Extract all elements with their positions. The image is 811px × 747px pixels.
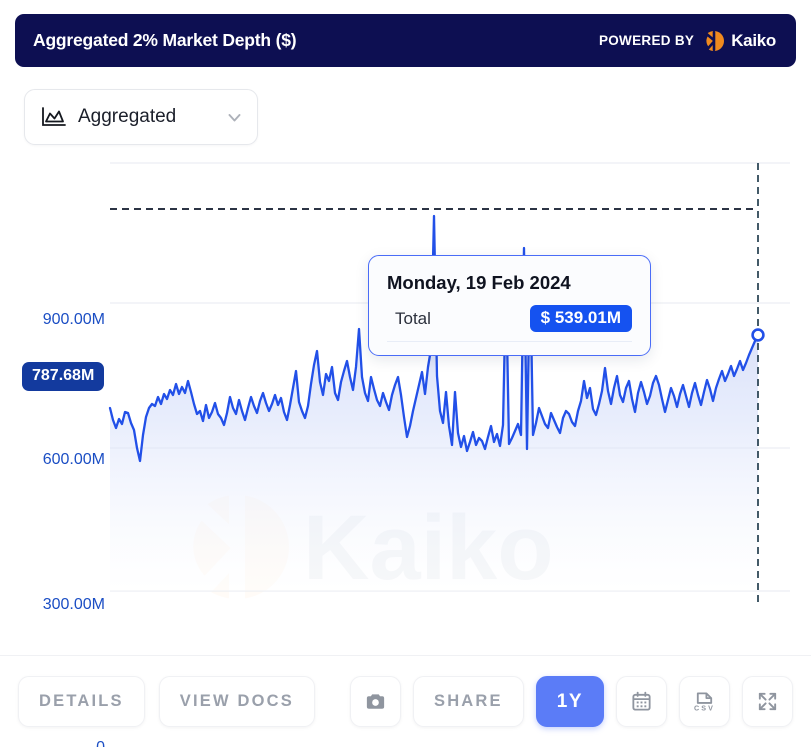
tooltip-series-label: Total (387, 309, 431, 329)
tooltip-value: $ 539.01M (530, 305, 632, 332)
brand-name: Kaiko (731, 31, 776, 51)
selector-row: Aggregated (0, 67, 811, 145)
csv-download-icon: CSV (693, 690, 716, 713)
powered-by-group: POWERED BY Kaiko (599, 30, 776, 52)
calendar-icon (630, 690, 653, 713)
camera-icon (364, 690, 387, 713)
screenshot-button[interactable] (350, 676, 401, 727)
page-title: Aggregated 2% Market Depth ($) (33, 30, 296, 51)
aggregation-dropdown-label: Aggregated (78, 106, 226, 128)
kaiko-logo-icon (703, 30, 725, 52)
widget-header: Aggregated 2% Market Depth ($) POWERED B… (15, 14, 796, 67)
datapoint-marker (753, 330, 764, 341)
chevron-down-icon[interactable] (226, 109, 243, 126)
svg-text:CSV: CSV (694, 705, 715, 713)
csv-download-button[interactable]: CSV (679, 676, 730, 727)
fullscreen-button[interactable] (742, 676, 793, 727)
view-docs-button[interactable]: VIEW DOCS (159, 676, 315, 727)
range-1y-button[interactable]: 1Y (536, 676, 604, 727)
y-axis-value-badge: 787.68M (22, 362, 104, 391)
chart-plot[interactable] (0, 143, 811, 643)
widget-toolbar: DETAILS VIEW DOCS SHARE 1Y (0, 655, 811, 747)
kaiko-brand: Kaiko (703, 30, 776, 52)
aggregation-dropdown[interactable]: Aggregated (24, 89, 258, 145)
area-chart-icon (41, 106, 67, 128)
tooltip-row: Total $ 539.01M (387, 305, 632, 342)
fullscreen-icon (756, 690, 779, 713)
y-tick-label: 300.00M (43, 596, 105, 614)
y-tick-label: 0 (96, 739, 105, 747)
details-button[interactable]: DETAILS (18, 676, 145, 727)
share-button[interactable]: SHARE (413, 676, 524, 727)
toolbar-right-group: SHARE 1Y CSV (350, 676, 793, 727)
y-tick-label: 900.00M (43, 311, 105, 329)
powered-by-label: POWERED BY (599, 33, 694, 48)
market-depth-widget: Aggregated 2% Market Depth ($) POWERED B… (0, 0, 811, 747)
date-range-button[interactable] (616, 676, 667, 727)
y-tick-label: 600.00M (43, 451, 105, 469)
tooltip-date: Monday, 19 Feb 2024 (387, 272, 632, 294)
chart-tooltip: Monday, 19 Feb 2024 Total $ 539.01M (368, 255, 651, 356)
toolbar-left-group: DETAILS VIEW DOCS (18, 676, 315, 727)
chart-container[interactable]: Kaiko (0, 143, 811, 655)
